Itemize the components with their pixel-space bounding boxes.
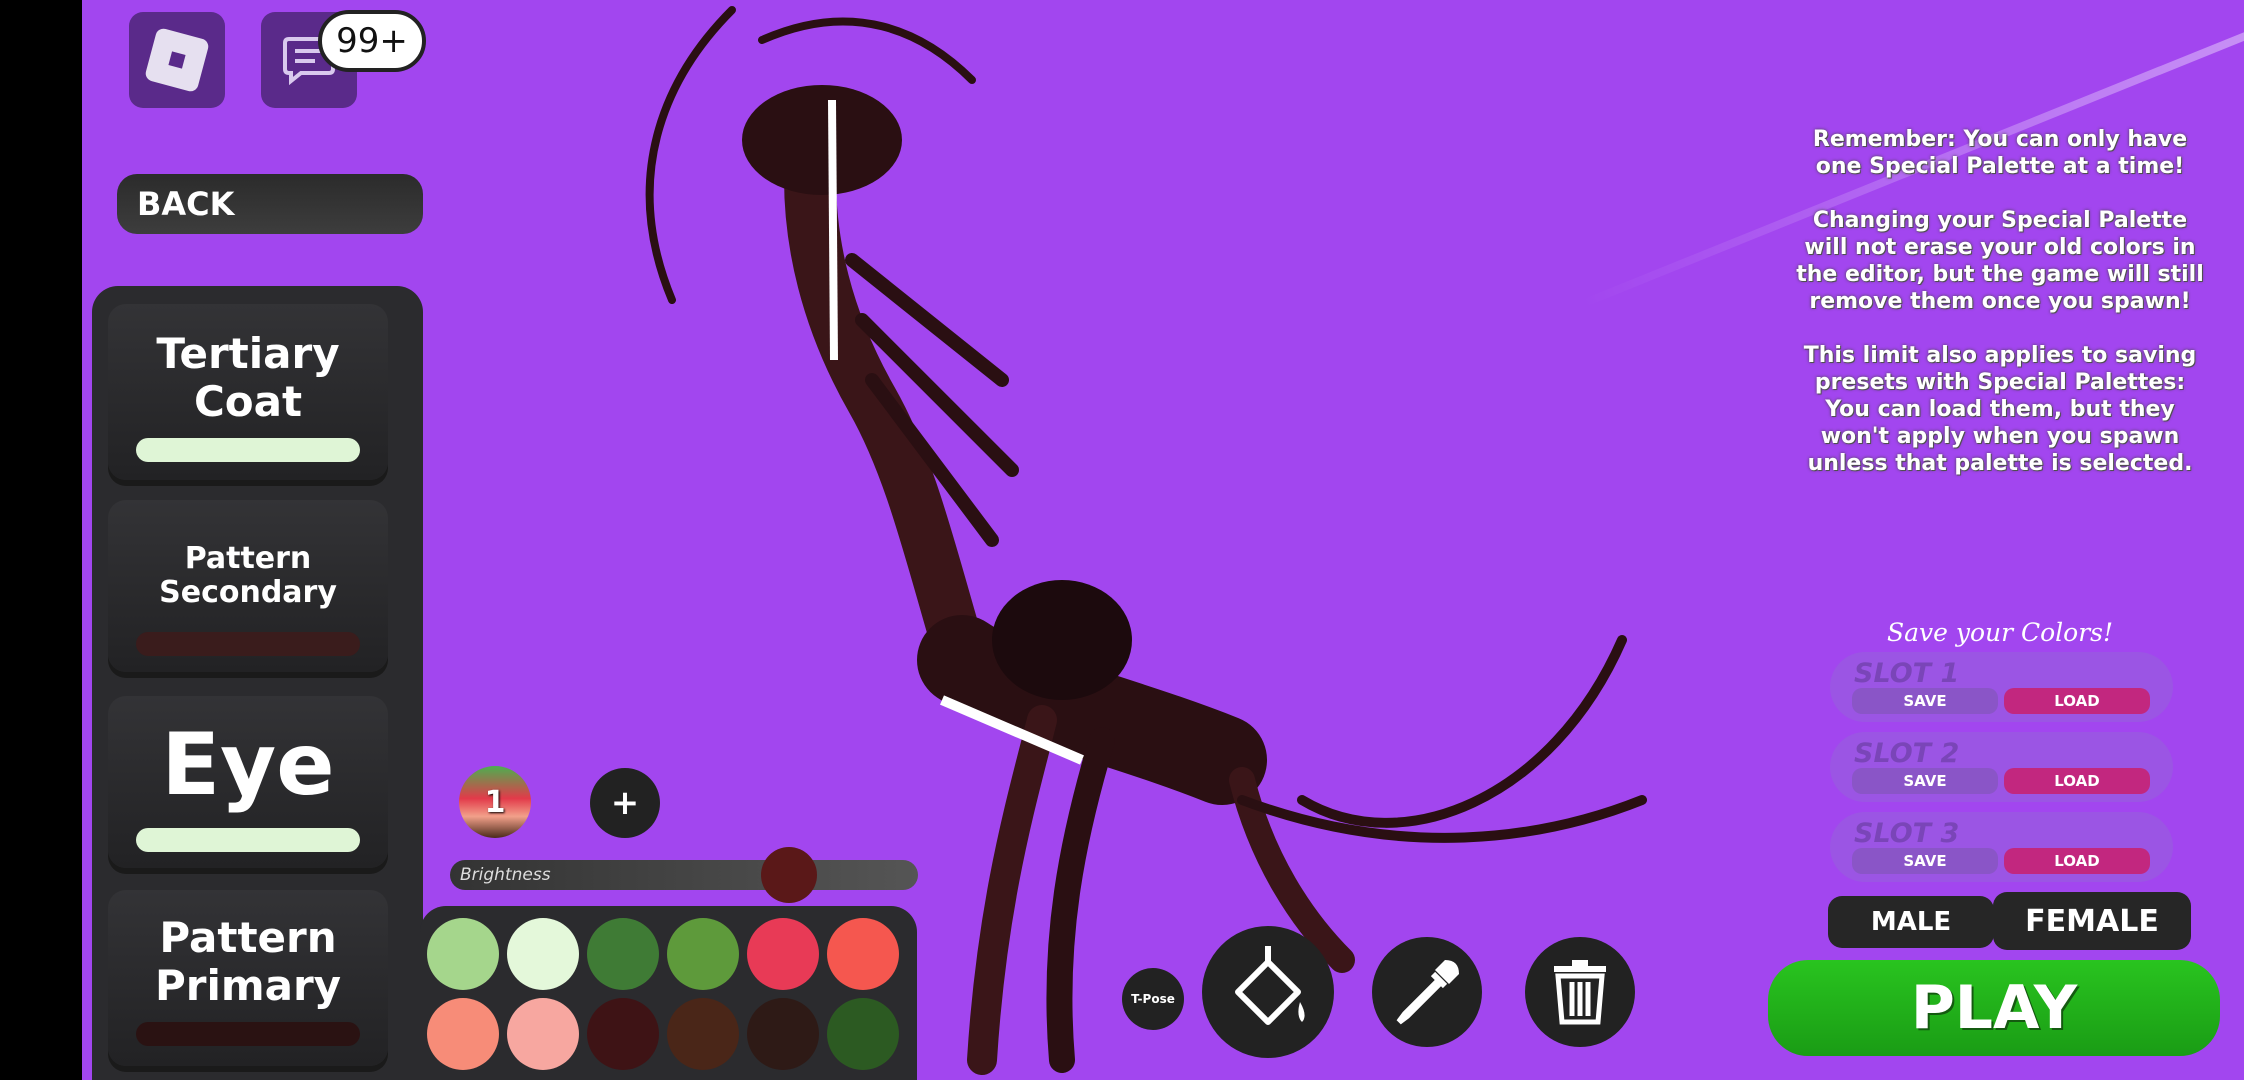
save-slot-3: SLOT 3 SAVE LOAD [1830, 812, 2173, 882]
color-swatch[interactable] [667, 918, 739, 990]
category-label: Primary [154, 961, 342, 1010]
paint-bucket-button[interactable] [1202, 926, 1334, 1058]
plus-icon: + [610, 783, 640, 823]
color-swatch[interactable] [587, 918, 659, 990]
info-paragraph: Changing your Special Palette will not e… [1796, 208, 2204, 314]
color-swatch[interactable] [827, 998, 899, 1070]
load-button[interactable]: LOAD [2004, 768, 2150, 794]
back-button[interactable]: BACK [117, 174, 423, 234]
category-label: Pattern [184, 540, 312, 576]
info-paragraph: Remember: You can only have one Special … [1812, 127, 2188, 179]
roblox-menu-button[interactable] [129, 12, 225, 108]
slot-name: SLOT 3 [1854, 818, 1960, 849]
save-button[interactable]: SAVE [1852, 688, 1998, 714]
male-button[interactable]: MALE [1828, 896, 1994, 948]
color-swatch[interactable] [507, 998, 579, 1070]
slot-name: SLOT 1 [1854, 658, 1960, 689]
category-color-bar [136, 438, 360, 462]
brightness-slider-handle[interactable] [761, 847, 817, 903]
palette-selector-button[interactable]: 1 [459, 766, 531, 838]
tpose-button[interactable]: T-Pose [1122, 968, 1184, 1030]
palette-number: 1 [484, 784, 506, 820]
color-swatch[interactable] [747, 998, 819, 1070]
save-colors-title: Save your Colors! [1886, 618, 2114, 647]
color-swatch[interactable] [667, 998, 739, 1070]
special-palette-info: Remember: You can only have one Special … [1795, 126, 2205, 504]
female-button[interactable]: FEMALE [1993, 892, 2191, 950]
save-slot-1: SLOT 1 SAVE LOAD [1830, 652, 2173, 722]
category-label: Eye [161, 714, 335, 815]
info-paragraph: This limit also applies to saving preset… [1803, 343, 2197, 476]
category-color-bar [136, 1022, 360, 1046]
color-swatch[interactable] [747, 918, 819, 990]
tpose-label: T-Pose [1131, 992, 1175, 1006]
paint-bucket-icon [1235, 946, 1305, 1025]
color-swatch[interactable] [427, 998, 499, 1070]
color-swatch[interactable] [587, 998, 659, 1070]
save-button[interactable]: SAVE [1852, 768, 1998, 794]
category-color-bar [136, 632, 360, 656]
category-label: Coat [193, 377, 303, 426]
eyedropper-icon [1396, 960, 1459, 1025]
brightness-slider[interactable]: Brightness [450, 860, 918, 890]
category-pattern-primary[interactable]: Pattern Primary [108, 890, 388, 1066]
load-button[interactable]: LOAD [2004, 688, 2150, 714]
eyedropper-button[interactable] [1372, 937, 1482, 1047]
category-color-bar [136, 828, 360, 852]
slot-name: SLOT 2 [1854, 738, 1960, 769]
save-button[interactable]: SAVE [1852, 848, 1998, 874]
brightness-label: Brightness [460, 865, 551, 885]
add-palette-button[interactable]: + [590, 768, 660, 838]
category-label: Secondary [159, 575, 337, 610]
notification-badge: 99+ [318, 10, 426, 72]
trash-icon [1554, 960, 1606, 1025]
color-swatch[interactable] [827, 918, 899, 990]
category-tertiary-coat[interactable]: Tertiary Coat [108, 304, 388, 480]
delete-button[interactable] [1525, 937, 1635, 1047]
category-pattern-secondary[interactable]: Pattern Secondary [108, 500, 388, 672]
play-button[interactable]: PLAY [1768, 960, 2220, 1056]
color-swatch[interactable] [507, 918, 579, 990]
category-label: Pattern [159, 912, 337, 962]
load-button[interactable]: LOAD [2004, 848, 2150, 874]
category-eye[interactable]: Eye [108, 696, 388, 868]
category-label: Tertiary [156, 328, 340, 378]
save-slot-2: SLOT 2 SAVE LOAD [1830, 732, 2173, 802]
color-swatch[interactable] [427, 918, 499, 990]
roblox-logo-icon [143, 26, 211, 94]
